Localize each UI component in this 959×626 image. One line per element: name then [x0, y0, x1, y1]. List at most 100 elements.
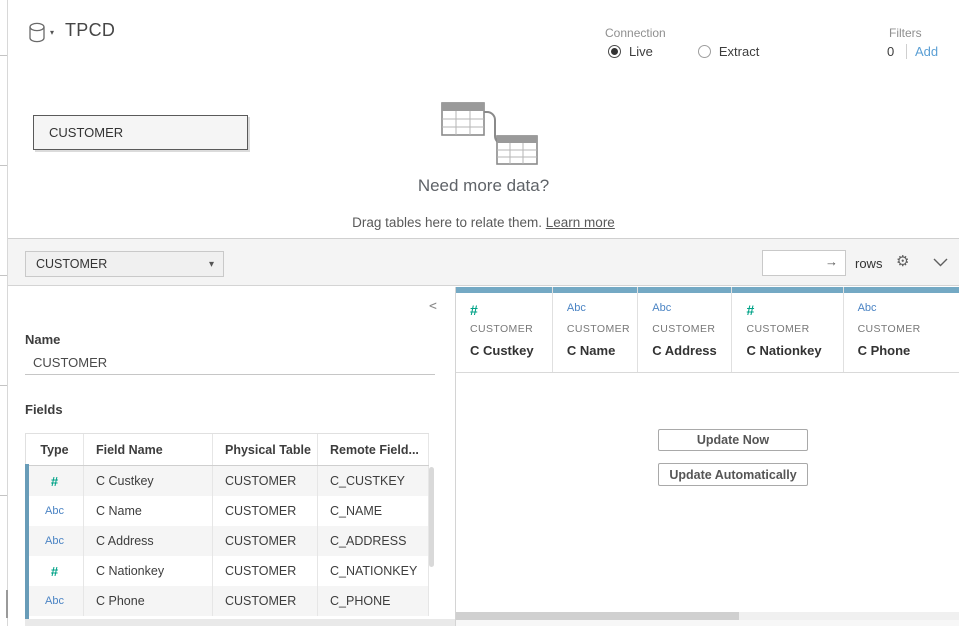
table-row[interactable]: # C Custkey CUSTOMER C_CUSTKEY [26, 466, 429, 496]
number-type-icon: # [746, 302, 754, 318]
string-type-icon: Abc [567, 302, 586, 314]
grid-horizontal-scrollbar-track[interactable] [739, 612, 959, 620]
table-row[interactable]: Abc C Address CUSTOMER C_ADDRESS [26, 526, 429, 556]
datagrid-toolbar: CUSTOMER ▾ → rows ⚙ [8, 239, 959, 286]
column-accent-strip [456, 287, 552, 293]
left-rail[interactable] [0, 0, 8, 626]
live-radio[interactable] [608, 45, 621, 58]
relationship-canvas: ▾ TPCD Connection Live Extract Filters 0… [8, 0, 959, 239]
empty-state-hint: Drag tables here to relate them. Learn m… [8, 215, 959, 230]
connection-label: Connection [605, 26, 666, 40]
collapse-panel-button[interactable]: < [429, 299, 437, 314]
column-accent-strip [638, 287, 731, 293]
name-label: Name [25, 332, 60, 347]
column-field-name: C Phone [858, 343, 911, 358]
field-name-cell: C Nationkey [84, 556, 213, 586]
string-type-icon: Abc [45, 505, 64, 517]
column-field-name: C Name [567, 343, 615, 358]
table-row[interactable]: Abc C Phone CUSTOMER C_PHONE [26, 586, 429, 616]
field-name-cell: C Phone [84, 586, 213, 616]
fields-table-vertical-scrollbar[interactable] [429, 467, 434, 567]
empty-state-hint-text: Drag tables here to relate them. [352, 215, 546, 230]
column-accent-strip [844, 287, 959, 293]
rail-tick [0, 385, 7, 386]
col-header-field-name[interactable]: Field Name [84, 434, 213, 465]
column-accent-strip [553, 287, 637, 293]
fields-table: Type Field Name Physical Table Remote Fi… [25, 433, 429, 621]
table-selector-dropdown[interactable]: CUSTOMER ▾ [25, 251, 224, 277]
relate-tables-illustration [430, 96, 546, 170]
number-type-icon: # [470, 302, 478, 318]
grid-column-header[interactable]: Abc CUSTOMER C Phone [844, 287, 959, 372]
filters-label: Filters [889, 26, 922, 40]
remote-field-cell: C_NATIONKEY [318, 556, 429, 586]
database-icon [28, 22, 46, 44]
update-automatically-button[interactable]: Update Automatically [658, 463, 808, 486]
filters-count: 0 [887, 44, 894, 59]
learn-more-link[interactable]: Learn more [546, 215, 615, 230]
field-metadata-panel: < Name Fields Type Field Name Physical T… [8, 287, 455, 626]
fields-table-horizontal-scrollbar[interactable] [25, 619, 455, 626]
remote-field-cell: C_ADDRESS [318, 526, 429, 556]
grid-scrollbar-gutter [456, 620, 959, 626]
string-type-icon: Abc [45, 595, 64, 607]
chevron-down-icon[interactable] [933, 258, 948, 267]
column-field-name: C Custkey [470, 343, 534, 358]
gear-icon[interactable]: ⚙ [896, 252, 909, 270]
fields-table-header: Type Field Name Physical Table Remote Fi… [26, 434, 429, 466]
rows-count-input[interactable] [767, 253, 827, 274]
canvas-table-customer[interactable]: CUSTOMER [33, 115, 248, 150]
arrow-right-icon[interactable]: → [825, 254, 838, 269]
physical-table-cell: CUSTOMER [213, 496, 318, 526]
row-selection-accent [25, 464, 29, 619]
rail-tick [0, 165, 7, 166]
caret-down-icon: ▾ [209, 259, 214, 270]
table-selector-value: CUSTOMER [36, 257, 107, 271]
datasource-menu-button[interactable]: ▾ [28, 22, 54, 44]
data-grid-header: # CUSTOMER C Custkey Abc CUSTOMER C Name… [456, 287, 959, 373]
string-type-icon: Abc [45, 535, 64, 547]
table-row[interactable]: # C Nationkey CUSTOMER C_NATIONKEY [26, 556, 429, 586]
physical-table-cell: CUSTOMER [213, 526, 318, 556]
col-header-type[interactable]: Type [26, 434, 84, 465]
physical-table-cell: CUSTOMER [213, 556, 318, 586]
col-header-physical-table[interactable]: Physical Table [213, 434, 318, 465]
filters-add-link[interactable]: Add [915, 44, 938, 59]
page-title: TPCD [65, 20, 115, 41]
physical-table-cell: CUSTOMER [213, 586, 318, 616]
rows-label: rows [855, 256, 882, 271]
remote-field-cell: C_PHONE [318, 586, 429, 616]
grid-column-header[interactable]: # CUSTOMER C Nationkey [732, 287, 843, 372]
grid-column-header[interactable]: Abc CUSTOMER C Address [638, 287, 732, 372]
column-table-name: CUSTOMER [567, 323, 630, 335]
live-radio-label[interactable]: Live [629, 44, 653, 59]
string-type-icon: Abc [858, 302, 877, 314]
data-grid: # CUSTOMER C Custkey Abc CUSTOMER C Name… [456, 287, 959, 626]
extract-radio-label[interactable]: Extract [719, 44, 759, 59]
rows-count-box: → [762, 250, 846, 276]
col-header-remote-field[interactable]: Remote Field... [318, 434, 429, 465]
number-type-icon: # [51, 564, 58, 579]
physical-table-cell: CUSTOMER [213, 466, 318, 496]
remote-field-cell: C_NAME [318, 496, 429, 526]
column-table-name: CUSTOMER [470, 323, 533, 335]
rail-tick [0, 275, 7, 276]
grid-column-header[interactable]: Abc CUSTOMER C Name [553, 287, 638, 372]
column-table-name: CUSTOMER [858, 323, 921, 335]
extract-radio[interactable] [698, 45, 711, 58]
table-row[interactable]: Abc C Name CUSTOMER C_NAME [26, 496, 429, 526]
caret-down-icon: ▾ [50, 28, 54, 37]
update-now-button[interactable]: Update Now [658, 429, 808, 451]
rail-tick [0, 55, 7, 56]
empty-state-title: Need more data? [8, 176, 959, 196]
datasource-page: ▾ TPCD Connection Live Extract Filters 0… [0, 0, 959, 626]
grid-horizontal-scrollbar-thumb[interactable] [456, 612, 739, 620]
grid-column-header[interactable]: # CUSTOMER C Custkey [456, 287, 553, 372]
number-type-icon: # [51, 474, 58, 489]
field-name-cell: C Custkey [84, 466, 213, 496]
connection-radio-group: Live Extract [608, 44, 759, 59]
table-name-input[interactable] [25, 351, 435, 375]
field-name-cell: C Name [84, 496, 213, 526]
column-field-name: C Address [652, 343, 717, 358]
column-table-name: CUSTOMER [746, 323, 809, 335]
